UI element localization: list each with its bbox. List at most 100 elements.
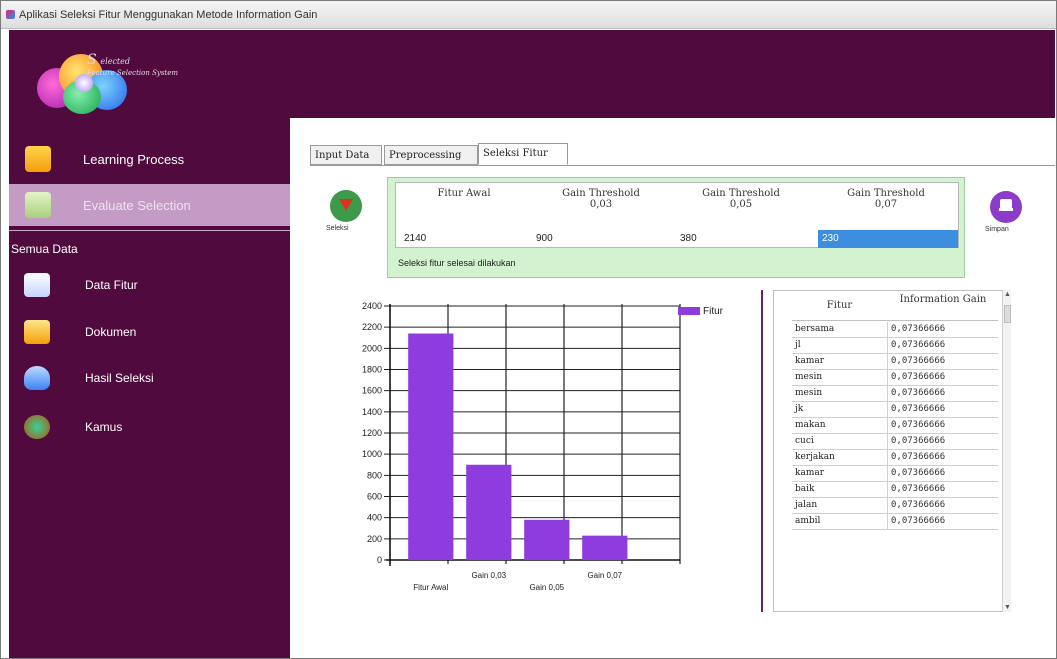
y-tick-label: 1400	[362, 407, 382, 417]
y-tick-label: 200	[367, 534, 382, 544]
table-row[interactable]: jl 0,07366666	[792, 338, 998, 354]
chart-legend: Fitur	[678, 306, 723, 317]
cell-divider	[887, 434, 888, 450]
grid-header-fitur: Fitur	[826, 300, 853, 311]
y-tick-label: 400	[367, 513, 382, 523]
table-row[interactable]: kerjakan 0,07366666	[792, 450, 998, 466]
table-row[interactable]: mesin 0,07366666	[792, 370, 998, 386]
document-icon	[25, 192, 51, 218]
table-row[interactable]: jalan 0,07366666	[792, 498, 998, 514]
scroll-up-icon[interactable]: ▲	[1003, 291, 1012, 298]
main-panel: Input Data Preprocessing Seleksi Fitur S…	[290, 118, 1055, 658]
grid-header-gain: Information Gain	[899, 294, 987, 305]
cell-gain: 0,07366666	[891, 500, 946, 510]
table-row[interactable]: mesin 0,07366666	[792, 386, 998, 402]
cell-gain: 0,07366666	[891, 468, 946, 478]
cell-gain: 0,07366666	[891, 420, 946, 430]
cell-fitur: cuci	[795, 436, 814, 446]
table-row[interactable]: bersama 0,07366666	[792, 322, 998, 338]
y-tick-label: 0	[377, 555, 382, 565]
table-row[interactable]: baik 0,07366666	[792, 482, 998, 498]
cell-fitur: kamar	[795, 468, 825, 478]
cell-fitur: mesin	[795, 372, 823, 382]
cell-fitur: jk	[795, 404, 804, 414]
funnel-icon	[339, 199, 353, 211]
threshold-panel: Fitur Awal Gain Threshold 0,03 Gain Thres…	[387, 177, 965, 278]
cell-divider	[887, 514, 888, 530]
cell-gain: 0,07366666	[891, 484, 946, 494]
y-tick-label: 1000	[362, 449, 382, 459]
scroll-down-icon[interactable]: ▼	[1003, 604, 1012, 611]
y-tick-label: 1600	[362, 386, 382, 396]
grid-header: Fitur Information Gain	[792, 291, 998, 321]
cell-gain: 0,07366666	[891, 516, 946, 526]
sidebar: Learning Process Evaluate Selection Semu…	[9, 118, 290, 658]
table-row[interactable]: cuci 0,07366666	[792, 434, 998, 450]
cell-fitur: kerjakan	[795, 452, 835, 462]
table-row[interactable]: jk 0,07366666	[792, 402, 998, 418]
window-title: Aplikasi Seleksi Fitur Menggunakan Metod…	[19, 9, 318, 21]
cell-gain: 0,07366666	[891, 436, 946, 446]
status-text: Seleksi fitur selesai dilakukan	[398, 258, 516, 268]
table-row[interactable]: kamar 0,07366666	[792, 466, 998, 482]
cell-divider	[887, 450, 888, 466]
cell-gain: 0,07366666	[891, 372, 946, 382]
cell-gain: 0,07366666	[891, 356, 946, 366]
nav-evaluate-selection[interactable]: Evaluate Selection	[9, 184, 290, 226]
value-fitur-awal[interactable]: 2140	[400, 230, 526, 248]
legend-swatch	[678, 307, 700, 316]
cell-fitur: jl	[795, 340, 801, 350]
y-tick-label: 2000	[362, 343, 382, 353]
sidebar-item-data-fitur[interactable]: Data Fitur	[9, 269, 290, 301]
gain-grid: Fitur Information Gain bersama 0,07366666…	[773, 290, 1003, 612]
y-tick-label: 800	[367, 470, 382, 480]
sidebar-item-dokumen[interactable]: Dokumen	[9, 316, 290, 348]
threshold-table: Fitur Awal Gain Threshold 0,03 Gain Thres…	[395, 182, 959, 248]
header-gain-003: Gain Threshold 0,03	[562, 188, 640, 210]
process-button[interactable]	[330, 190, 362, 222]
dictionary-icon	[24, 415, 50, 439]
export-button[interactable]	[990, 191, 1022, 223]
tab-input-data[interactable]: Input Data	[310, 145, 382, 165]
tab-underline	[310, 165, 1055, 166]
cell-fitur: mesin	[795, 388, 823, 398]
table-row[interactable]: ambil 0,07366666	[792, 514, 998, 530]
cell-divider	[887, 418, 888, 434]
bar	[408, 333, 454, 560]
table-row[interactable]: makan 0,07366666	[792, 418, 998, 434]
grid-scrollbar[interactable]: ▲ ▼	[1002, 290, 1011, 612]
nav-learning-process[interactable]: Learning Process	[9, 138, 290, 180]
cell-fitur: jalan	[795, 500, 818, 510]
cell-gain: 0,07366666	[891, 340, 946, 350]
logo-text: S elected Feature Selection System	[87, 52, 178, 77]
sidebar-item-kamus[interactable]: Kamus	[9, 411, 290, 443]
bar	[582, 535, 628, 560]
bar	[466, 464, 512, 560]
table-row[interactable]: kamar 0,07366666	[792, 354, 998, 370]
tab-seleksi-fitur[interactable]: Seleksi Fitur	[478, 143, 568, 165]
cell-divider	[887, 466, 888, 482]
tab-preprocessing[interactable]: Preprocessing	[384, 145, 478, 165]
cell-gain: 0,07366666	[891, 388, 946, 398]
cell-gain: 0,07366666	[891, 404, 946, 414]
cell-divider	[887, 370, 888, 386]
cell-fitur: kamar	[795, 356, 825, 366]
notepad-icon	[25, 146, 51, 172]
sidebar-item-hasil-seleksi[interactable]: Hasil Seleksi	[9, 362, 290, 394]
value-gain-003[interactable]: 900	[532, 230, 668, 248]
title-bar: Aplikasi Seleksi Fitur Menggunakan Metod…	[1, 1, 1056, 29]
scroll-thumb[interactable]	[1004, 305, 1011, 323]
section-title: Semua Data	[11, 242, 78, 256]
y-tick-label: 2400	[362, 301, 382, 311]
y-tick-label: 600	[367, 492, 382, 502]
bar-chart: 0 200 400 600 800 1000 1200 1400 1600 1800 2000 220…	[362, 301, 681, 592]
value-gain-005[interactable]: 380	[676, 230, 814, 248]
y-tick-label: 2200	[362, 322, 382, 332]
header-gain-005: Gain Threshold 0,05	[702, 188, 780, 210]
cell-gain: 0,07366666	[891, 452, 946, 462]
cell-divider	[887, 402, 888, 418]
value-gain-007[interactable]: 230	[818, 230, 958, 248]
app-icon	[6, 10, 15, 19]
app-window: Aplikasi Seleksi Fitur Menggunakan Metod…	[0, 0, 1057, 659]
x-tick-label: Gain 0,05	[529, 583, 564, 592]
